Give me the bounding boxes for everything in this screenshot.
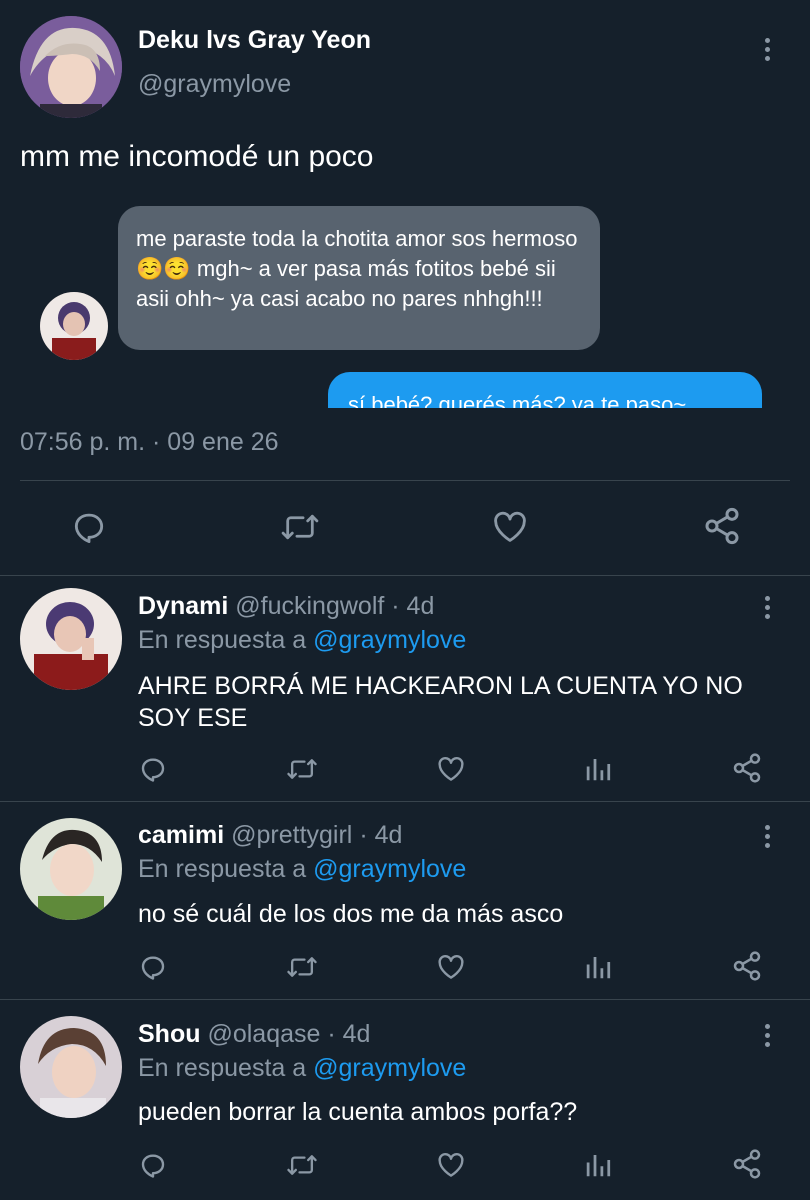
reply-icon[interactable]	[70, 508, 108, 546]
timestamp-divider	[20, 480, 790, 481]
reply-author-handle[interactable]: @fuckingwolf	[235, 592, 384, 620]
author-name[interactable]: Deku lvs Gray Yeon	[138, 26, 371, 55]
reply-text: no sé cuál de los dos me da más asco	[138, 900, 564, 928]
reply-time[interactable]: · 4d	[359, 821, 402, 849]
like-icon[interactable]	[435, 754, 467, 784]
reply-header: Dynami @fuckingwolf · 4d	[138, 592, 434, 621]
like-icon[interactable]	[435, 952, 467, 982]
chat-screenshot[interactable]: me paraste toda la chotita amor sos herm…	[20, 196, 790, 408]
reply-text: pueden borrar la cuenta ambos porfa??	[138, 1098, 578, 1126]
reply-context-prefix: En respuesta a	[138, 855, 307, 883]
retweet-icon[interactable]	[286, 952, 318, 982]
reply-header: camimi @prettygirl · 4d	[138, 821, 402, 850]
like-icon[interactable]	[435, 1150, 467, 1180]
reply-header: Shou @olaqase · 4d	[138, 1020, 370, 1049]
share-icon[interactable]	[702, 506, 742, 546]
reply-text: AHRE BORRÁ ME HACKEARON LA CUENTA YO NO …	[138, 672, 743, 732]
reply-author-handle[interactable]: @olaqase	[207, 1020, 320, 1048]
reply-avatar[interactable]	[20, 1016, 122, 1118]
sent-message-bubble: sí bebé? querés más? ya te paso~	[328, 372, 762, 408]
like-icon[interactable]	[490, 508, 530, 546]
more-icon[interactable]	[765, 596, 771, 623]
reply-context-mention[interactable]: @graymylove	[313, 855, 466, 883]
section-divider	[0, 575, 810, 576]
reply-context-prefix: En respuesta a	[138, 626, 307, 654]
section-divider	[0, 801, 810, 802]
share-icon[interactable]	[731, 752, 763, 784]
share-icon[interactable]	[731, 1148, 763, 1180]
reply-time[interactable]: · 4d	[391, 592, 434, 620]
reply-icon[interactable]	[138, 952, 168, 982]
author-avatar[interactable]	[20, 16, 122, 118]
received-message-text: me paraste toda la chotita amor sos herm…	[136, 226, 578, 311]
reply-author-handle[interactable]: @prettygirl	[231, 821, 352, 849]
tweet-text: mm me incomodé un poco	[20, 140, 374, 173]
sent-message-text: sí bebé? querés más? ya te paso~	[348, 392, 687, 408]
more-icon[interactable]	[765, 1024, 771, 1051]
reply-time[interactable]: · 4d	[327, 1020, 370, 1048]
analytics-icon[interactable]	[583, 754, 613, 784]
reply-author-name[interactable]: Shou	[138, 1020, 201, 1048]
retweet-icon[interactable]	[286, 1150, 318, 1180]
analytics-icon[interactable]	[583, 952, 613, 982]
retweet-icon[interactable]	[286, 754, 318, 784]
reply-context: En respuesta a @graymylove	[138, 855, 466, 884]
retweet-icon[interactable]	[280, 508, 320, 546]
reply-avatar[interactable]	[20, 588, 122, 690]
received-message-bubble: me paraste toda la chotita amor sos herm…	[118, 206, 600, 350]
chat-contact-avatar	[40, 292, 108, 360]
section-divider	[0, 999, 810, 1000]
more-icon[interactable]	[765, 825, 771, 852]
tweet-timestamp[interactable]: 07:56 p. m. · 09 ene 26	[20, 428, 279, 457]
more-icon[interactable]	[765, 38, 771, 65]
author-handle[interactable]: @graymylove	[138, 70, 291, 99]
share-icon[interactable]	[731, 950, 763, 982]
reply-icon[interactable]	[138, 1150, 168, 1180]
reply-icon[interactable]	[138, 754, 168, 784]
reply-context-mention[interactable]: @graymylove	[313, 626, 466, 654]
reply-context: En respuesta a @graymylove	[138, 1054, 466, 1083]
reply-context-prefix: En respuesta a	[138, 1054, 307, 1082]
reply-context: En respuesta a @graymylove	[138, 626, 466, 655]
reply-context-mention[interactable]: @graymylove	[313, 1054, 466, 1082]
reply-author-name[interactable]: Dynami	[138, 592, 228, 620]
analytics-icon[interactable]	[583, 1150, 613, 1180]
reply-author-name[interactable]: camimi	[138, 821, 224, 849]
reply-avatar[interactable]	[20, 818, 122, 920]
